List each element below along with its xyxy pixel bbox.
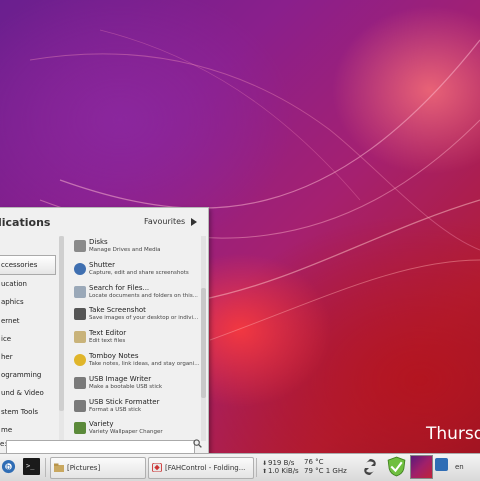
camera-icon <box>74 308 86 321</box>
app-item[interactable]: USB Image Writer Make a bootable USB sti… <box>72 373 198 396</box>
app-description: Capture, edit and share screenshots <box>89 269 189 276</box>
separator <box>256 458 257 477</box>
app-name: USB Image Writer <box>89 374 152 383</box>
usb-formatter-icon <box>74 399 86 412</box>
shutter-icon <box>74 262 86 275</box>
app-description: Manage Drives and Media <box>89 247 161 253</box>
app-description: Variety Wallpaper Changer <box>89 429 163 436</box>
category-item[interactable]: ucation <box>0 275 58 293</box>
category-item[interactable]: her <box>0 348 58 366</box>
app-description: Locate documents and folders on this... <box>89 292 198 299</box>
category-item[interactable]: und & Video <box>0 384 58 402</box>
app-item[interactable]: Shutter Capture, edit and share screensh… <box>72 259 198 282</box>
app-name: Disks <box>89 238 108 246</box>
app-name: Shutter <box>89 260 115 269</box>
variety-tray-icon[interactable] <box>435 458 448 471</box>
temperature-freq-reading: 79 °C 1 GHz <box>304 467 347 475</box>
category-list: ccessories ucation aphics ernet ice her … <box>0 255 58 439</box>
application-menu: lications Favourites ccessories ucation … <box>0 207 209 455</box>
variety-icon <box>74 422 86 435</box>
desktop-clock: Thursd <box>426 424 480 444</box>
favourites-button[interactable]: Favourites <box>144 217 198 226</box>
separator <box>45 458 46 477</box>
tomboy-icon <box>74 353 86 366</box>
category-item[interactable]: ogramming <box>0 366 58 384</box>
app-item[interactable]: Take Screenshot Save images of your desk… <box>72 304 198 327</box>
category-item[interactable]: stem Tools <box>0 403 58 421</box>
category-item[interactable]: ccessories <box>0 255 56 276</box>
disks-icon <box>74 240 86 252</box>
category-item[interactable]: me <box>0 421 58 439</box>
temperature-reading: 76 °C <box>304 458 324 466</box>
app-name: Take Screenshot <box>89 306 146 315</box>
favourites-label: Favourites <box>144 217 186 226</box>
app-description: Format a USB stick <box>89 406 142 413</box>
window-button-pictures[interactable]: [Pictures] <box>50 457 146 479</box>
keyboard-layout-indicator[interactable]: en <box>455 463 464 471</box>
app-item[interactable]: Text Editor Edit text files <box>72 327 198 350</box>
app-name: Search for Files... <box>89 283 150 292</box>
menu-title: lications <box>0 216 51 229</box>
category-item[interactable]: aphics <box>0 293 58 311</box>
browser-launcher-icon[interactable]: b <box>1 459 16 474</box>
app-name: Tomboy Notes <box>89 351 139 360</box>
app-item[interactable]: USB Stick Formatter Format a USB stick <box>72 396 198 419</box>
wallpaper-thumbnail-icon[interactable] <box>410 455 433 479</box>
category-item[interactable]: ernet <box>0 312 58 330</box>
window-button-fahcontrol[interactable]: [FAHControl - Folding... <box>148 457 254 479</box>
app-description: Make a bootable USB stick <box>89 383 163 390</box>
app-item[interactable]: Variety Variety Wallpaper Changer <box>72 418 198 441</box>
temperature-monitor[interactable]: 76 °C 79 °C 1 GHz <box>304 458 347 476</box>
fahcontrol-icon <box>152 463 162 472</box>
application-list: Disks Manage Drives and Media Shutter Ca… <box>72 236 200 441</box>
network-monitor[interactable]: 919 B/s 1.0 KiB/s <box>262 459 299 475</box>
arrow-right-icon <box>191 217 198 226</box>
svg-text:b: b <box>6 462 11 471</box>
app-name: USB Stick Formatter <box>89 397 160 406</box>
search-files-icon <box>74 285 86 298</box>
app-item[interactable]: Search for Files... Locate documents and… <box>72 282 198 305</box>
folder-icon <box>54 463 64 472</box>
text-editor-icon <box>74 331 86 344</box>
window-label: [FAHControl - Folding... <box>165 464 246 472</box>
category-item[interactable]: ice <box>0 330 58 348</box>
category-scrollbar-thumb[interactable] <box>59 236 64 411</box>
app-description: Take notes, link ideas, and stay organi.… <box>89 360 200 367</box>
update-shield-icon[interactable] <box>386 456 407 477</box>
app-name: Text Editor <box>89 329 127 338</box>
usb-writer-icon <box>74 376 86 389</box>
window-label: [Pictures] <box>67 464 101 472</box>
net-upload-rate: 1.0 KiB/s <box>268 467 299 475</box>
app-item[interactable]: Disks Manage Drives and Media <box>72 236 198 259</box>
app-name: Variety <box>89 420 114 429</box>
sync-tray-icon[interactable] <box>360 457 380 477</box>
app-description: Edit text files <box>89 338 126 345</box>
terminal-launcher-icon[interactable]: >_ <box>23 458 40 475</box>
search-icon[interactable] <box>193 439 202 448</box>
net-download-rate: 919 B/s <box>268 459 295 467</box>
app-item[interactable]: Tomboy Notes Take notes, link ideas, and… <box>72 350 200 373</box>
app-description: Save images of your desktop or indivi... <box>89 315 199 322</box>
taskbar: b >_ [Pictures] [FAHControl - Folding...… <box>0 453 480 481</box>
app-scrollbar-thumb[interactable] <box>201 288 206 398</box>
